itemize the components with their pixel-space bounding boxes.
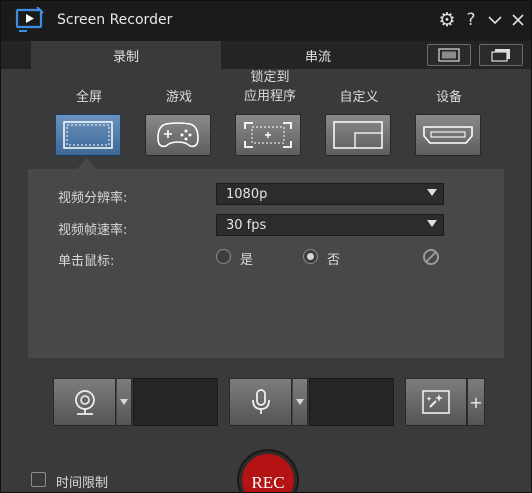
- mouse-click-yes-radio[interactable]: [216, 249, 231, 264]
- microphone-icon: [251, 389, 270, 414]
- record-button-label: REC: [251, 473, 285, 492]
- time-limit-checkbox[interactable]: [31, 472, 46, 487]
- frame-rate-value: 30 fps: [226, 217, 267, 233]
- microphone-dropdown[interactable]: [292, 378, 308, 426]
- webcam-dropdown[interactable]: [116, 378, 132, 426]
- time-limit-label: 时间限制: [56, 476, 109, 491]
- effects-icon: [422, 390, 450, 414]
- frame-rate-label: 视频帧速率:: [58, 223, 128, 238]
- gamepad-icon: [157, 122, 199, 148]
- fullscreen-mode-button[interactable]: [55, 114, 121, 156]
- lock-to-app-mode-button[interactable]: [235, 114, 301, 156]
- app-title: Screen Recorder: [57, 12, 173, 28]
- microphone-level-meter: [309, 378, 394, 426]
- effects-group: +: [405, 378, 486, 426]
- mouse-click-yes-label: 是: [240, 253, 254, 268]
- add-effect-button[interactable]: +: [467, 378, 485, 426]
- webcam-preview: [133, 378, 218, 426]
- resolution-label: 视频分辨率:: [58, 191, 128, 206]
- fullscreen-icon: [63, 121, 113, 149]
- mode-label-custom: 自定义: [339, 90, 379, 105]
- device-mode-button[interactable]: [415, 114, 481, 156]
- tab-stream[interactable]: 串流: [223, 41, 413, 69]
- custom-mode-button[interactable]: [325, 114, 391, 156]
- resolution-value: 1080p: [226, 186, 268, 202]
- record-button[interactable]: REC: [239, 451, 297, 492]
- webcam-button[interactable]: [53, 378, 116, 426]
- tab-bar: 录制 串流: [1, 41, 531, 69]
- app-logo-icon: [15, 6, 45, 33]
- active-mode-pointer: [77, 158, 97, 169]
- mouse-click-no-label: 否: [327, 253, 341, 268]
- mouse-click-label: 单击鼠标:: [58, 254, 115, 269]
- chevron-down-icon: [427, 220, 437, 227]
- minimize-icon[interactable]: [485, 9, 505, 31]
- title-bar: Screen Recorder ⚙ ?: [1, 1, 531, 41]
- game-mode-button[interactable]: [145, 114, 211, 156]
- effects-button[interactable]: [405, 378, 467, 426]
- mouse-click-no-radio[interactable]: [303, 249, 318, 264]
- region-capture-button[interactable]: [427, 44, 471, 66]
- webcam-group: [53, 378, 218, 426]
- mode-label-fullscreen: 全屏: [75, 90, 102, 105]
- region-capture-icon: [438, 48, 460, 62]
- screen-recorder-window: Screen Recorder ⚙ ? 录制 串流 全屏 游戏 锁定到 应用程序…: [0, 0, 532, 493]
- recording-settings-panel: 视频分辨率: 1080p 视频帧速率: 30 fps 单击鼠标: 是 否: [28, 169, 504, 358]
- help-icon[interactable]: ?: [461, 9, 481, 31]
- window-mode-icon: [491, 49, 510, 62]
- mode-label-lock-to-app: 锁定到 应用程序: [243, 70, 296, 104]
- mode-label-device: 设备: [435, 90, 462, 105]
- hdmi-device-icon: [423, 126, 473, 144]
- no-cursor-icon: [423, 249, 439, 265]
- tab-record[interactable]: 录制: [31, 41, 221, 69]
- custom-region-icon: [333, 121, 383, 149]
- frame-rate-select[interactable]: 30 fps: [216, 214, 444, 236]
- window-mode-button[interactable]: [479, 44, 523, 66]
- microphone-button[interactable]: [229, 378, 292, 426]
- chevron-down-icon: [427, 189, 437, 196]
- resolution-select[interactable]: 1080p: [216, 183, 444, 205]
- lock-to-app-icon: [244, 122, 292, 148]
- close-icon[interactable]: [508, 9, 528, 31]
- webcam-icon: [74, 390, 95, 415]
- mode-label-game: 游戏: [165, 90, 192, 105]
- settings-gear-icon[interactable]: ⚙: [437, 9, 457, 31]
- microphone-group: [229, 378, 394, 426]
